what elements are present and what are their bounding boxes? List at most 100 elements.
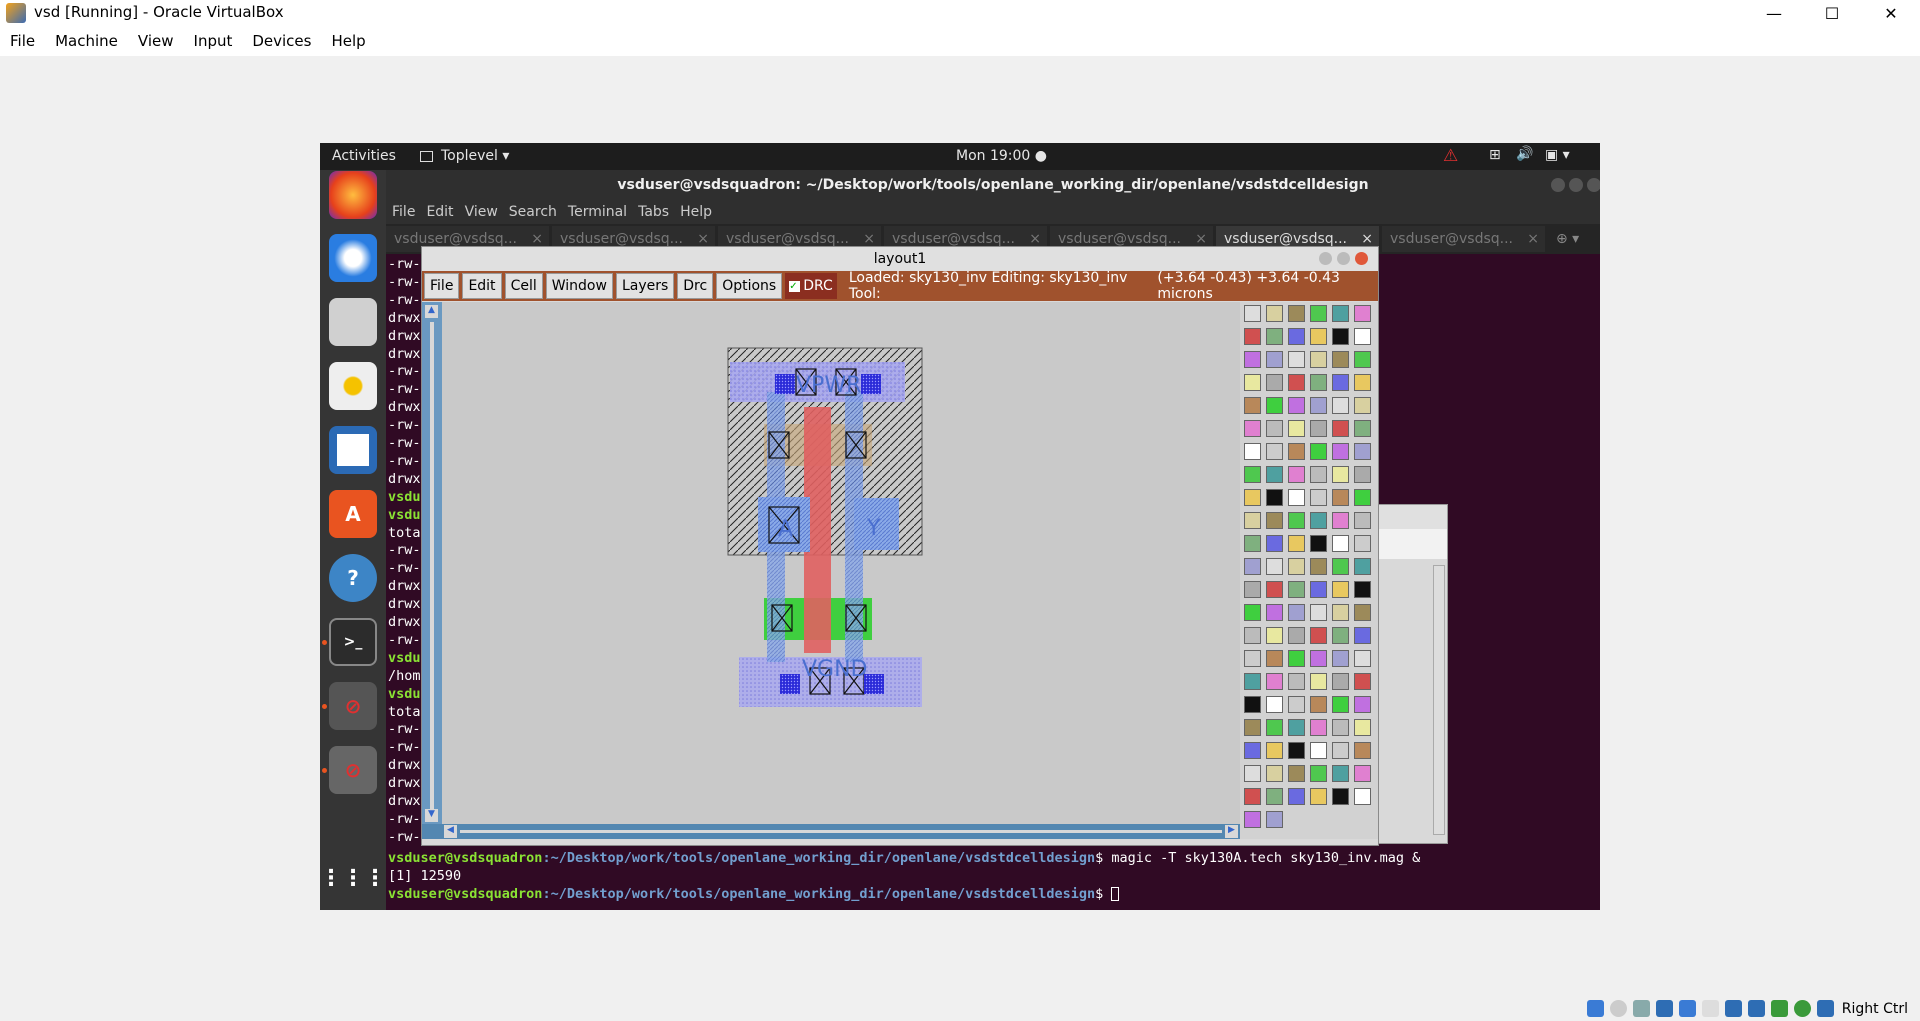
files-icon[interactable] xyxy=(329,298,377,346)
layer-swatch[interactable] xyxy=(1244,397,1261,414)
layer-swatch[interactable] xyxy=(1266,512,1283,529)
layout-drawing[interactable]: VPWR VGND A Y xyxy=(442,302,1240,824)
host-menu-input[interactable]: Input xyxy=(194,32,233,50)
minimize-icon[interactable] xyxy=(1551,178,1565,192)
activities-button[interactable]: Activities xyxy=(332,148,396,164)
layer-swatch[interactable] xyxy=(1288,512,1305,529)
layer-swatch[interactable] xyxy=(1332,535,1349,552)
layer-swatch[interactable] xyxy=(1244,466,1261,483)
layer-swatch[interactable] xyxy=(1310,604,1327,621)
layer-swatch[interactable] xyxy=(1266,627,1283,644)
layer-swatch[interactable] xyxy=(1354,627,1371,644)
layer-swatch[interactable] xyxy=(1310,650,1327,667)
network-icon[interactable] xyxy=(1655,1000,1673,1017)
layer-swatch[interactable] xyxy=(1354,650,1371,667)
layer-swatch[interactable] xyxy=(1266,742,1283,759)
layer-swatch[interactable] xyxy=(1244,328,1261,345)
layer-swatch[interactable] xyxy=(1310,558,1327,575)
layer-swatch[interactable] xyxy=(1332,742,1349,759)
magic-menu-options[interactable]: Options xyxy=(716,273,783,299)
layer-swatch[interactable] xyxy=(1332,765,1349,782)
layer-swatch[interactable] xyxy=(1244,673,1261,690)
terminal-tab[interactable]: vsduser@vsdsq... × xyxy=(1382,226,1545,252)
scroll-down-icon[interactable]: ▼ xyxy=(425,809,438,822)
layer-swatch[interactable] xyxy=(1266,604,1283,621)
close-icon[interactable]: × xyxy=(1527,231,1539,247)
layer-swatch[interactable] xyxy=(1244,604,1261,621)
layer-swatch[interactable] xyxy=(1288,627,1305,644)
layer-swatch[interactable] xyxy=(1310,374,1327,391)
clock[interactable]: Mon 19:00 ● xyxy=(956,148,1047,164)
layer-swatch[interactable] xyxy=(1244,742,1261,759)
close-icon[interactable] xyxy=(1587,178,1600,192)
maximize-icon[interactable] xyxy=(1569,178,1583,192)
maximize-icon[interactable] xyxy=(1337,252,1350,265)
blocked-app-icon[interactable]: ⊘ xyxy=(329,746,377,794)
layer-swatch[interactable] xyxy=(1332,604,1349,621)
audio-icon[interactable] xyxy=(1632,1000,1650,1017)
mouse-integration-icon[interactable] xyxy=(1816,1000,1834,1017)
magic-menu-file[interactable]: File xyxy=(424,273,460,299)
layer-swatch[interactable] xyxy=(1354,328,1371,345)
layer-swatch[interactable] xyxy=(1310,788,1327,805)
layer-swatch[interactable] xyxy=(1310,443,1327,460)
magic-layout-window[interactable]: layout1 File Edit Cell Window Layers Drc… xyxy=(421,246,1379,846)
layer-swatch[interactable] xyxy=(1244,535,1261,552)
layer-swatch[interactable] xyxy=(1354,397,1371,414)
layer-swatch[interactable] xyxy=(1310,397,1327,414)
close-icon[interactable]: × xyxy=(697,231,709,247)
layer-swatch[interactable] xyxy=(1266,443,1283,460)
layer-swatch[interactable] xyxy=(1288,351,1305,368)
layer-swatch[interactable] xyxy=(1332,581,1349,598)
layer-swatch[interactable] xyxy=(1310,351,1327,368)
layer-swatch[interactable] xyxy=(1244,765,1261,782)
layer-swatch[interactable] xyxy=(1244,811,1261,828)
layer-swatch[interactable] xyxy=(1332,719,1349,736)
layer-swatch[interactable] xyxy=(1354,466,1371,483)
show-apps-icon[interactable]: ⋮⋮⋮ xyxy=(320,854,386,902)
layer-swatch[interactable] xyxy=(1310,328,1327,345)
layer-swatch[interactable] xyxy=(1354,742,1371,759)
layer-swatch[interactable] xyxy=(1288,604,1305,621)
minimize-icon[interactable] xyxy=(1319,252,1332,265)
layer-swatch[interactable] xyxy=(1288,489,1305,506)
layer-swatch[interactable] xyxy=(1332,328,1349,345)
terminal-menu-search[interactable]: Search xyxy=(509,204,557,220)
layer-swatch[interactable] xyxy=(1244,696,1261,713)
layer-swatch[interactable] xyxy=(1266,305,1283,322)
layer-swatch[interactable] xyxy=(1288,696,1305,713)
maximize-button[interactable]: ☐ xyxy=(1803,0,1861,26)
layer-swatch[interactable] xyxy=(1266,489,1283,506)
layer-swatch[interactable] xyxy=(1266,374,1283,391)
layer-swatch[interactable] xyxy=(1266,811,1283,828)
layer-swatch[interactable] xyxy=(1244,788,1261,805)
layer-swatch[interactable] xyxy=(1354,788,1371,805)
layer-swatch[interactable] xyxy=(1310,673,1327,690)
layer-swatch[interactable] xyxy=(1244,627,1261,644)
layer-swatch[interactable] xyxy=(1244,581,1261,598)
layer-swatch[interactable] xyxy=(1288,581,1305,598)
layer-swatch[interactable] xyxy=(1332,420,1349,437)
layer-swatch[interactable] xyxy=(1244,558,1261,575)
magic-menu-window[interactable]: Window xyxy=(545,273,613,299)
layer-swatch[interactable] xyxy=(1310,512,1327,529)
layer-swatch[interactable] xyxy=(1266,328,1283,345)
optical-drive-icon[interactable] xyxy=(1609,1000,1627,1017)
close-icon[interactable]: × xyxy=(1195,231,1207,247)
layer-swatch[interactable] xyxy=(1332,650,1349,667)
rhythmbox-icon[interactable] xyxy=(329,362,377,410)
horizontal-scrollbar[interactable]: ◀ ▶ xyxy=(422,824,1240,839)
background-window[interactable] xyxy=(1374,504,1448,844)
layer-swatch[interactable] xyxy=(1266,558,1283,575)
layer-swatch[interactable] xyxy=(1266,581,1283,598)
layer-swatch[interactable] xyxy=(1354,719,1371,736)
layer-swatch[interactable] xyxy=(1288,328,1305,345)
firefox-icon[interactable] xyxy=(329,171,377,219)
scroll-left-icon[interactable]: ◀ xyxy=(444,825,457,838)
layer-swatch[interactable] xyxy=(1266,673,1283,690)
layer-swatch[interactable] xyxy=(1288,788,1305,805)
layer-swatch[interactable] xyxy=(1332,374,1349,391)
layer-swatch[interactable] xyxy=(1354,765,1371,782)
layer-swatch[interactable] xyxy=(1354,489,1371,506)
layer-swatch[interactable] xyxy=(1310,696,1327,713)
